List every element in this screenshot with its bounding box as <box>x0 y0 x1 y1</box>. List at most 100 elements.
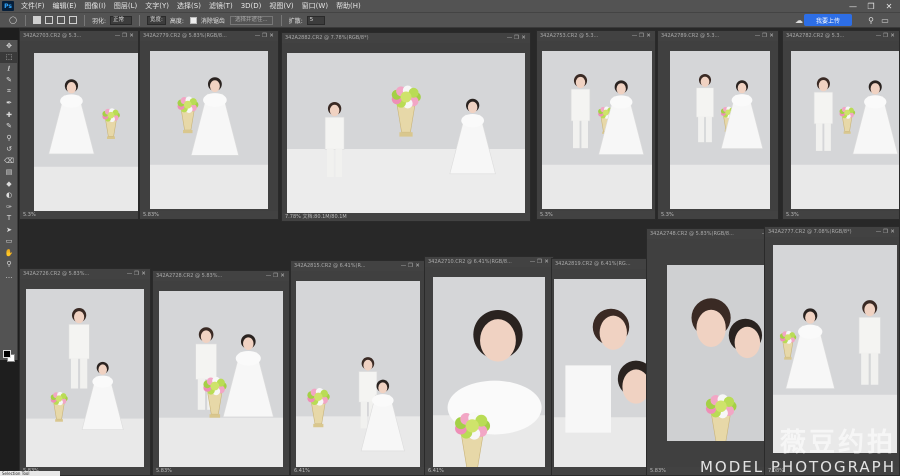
menu-help[interactable]: 帮助(H) <box>332 1 365 11</box>
document-window[interactable]: 342A2703.CR2 @ 5.3... — ❐ ✕ 5.3% <box>19 30 139 220</box>
document-window[interactable]: 342A2726.CR2 @ 5.83%...—❐✕5.83% <box>19 268 151 476</box>
crop-icon[interactable]: ⌗ <box>0 86 18 98</box>
maximize-icon[interactable]: ❐ <box>513 35 520 41</box>
document-canvas[interactable] <box>153 281 289 467</box>
close-icon[interactable]: ✕ <box>889 33 896 39</box>
document-tab[interactable]: 342A2882.CR2 @ 7.78%(RGB/8*) — ❐ ✕ <box>282 33 530 43</box>
style-dropdown[interactable]: 正常 <box>110 15 133 25</box>
document-canvas[interactable] <box>537 41 655 211</box>
brush-icon[interactable]: ✎ <box>0 121 18 133</box>
eraser-icon[interactable]: ⌫ <box>0 155 18 167</box>
type-icon[interactable]: T <box>0 213 18 225</box>
minimize-icon[interactable]: — <box>875 33 882 39</box>
close-icon[interactable]: ✕ <box>140 271 147 277</box>
minimize-button[interactable]: — <box>844 0 862 12</box>
shape-icon[interactable]: ▭ <box>0 236 18 248</box>
document-canvas[interactable] <box>783 41 899 211</box>
document-window[interactable]: 342A2782.CR2 @ 5.3... — ❐ ✕ 5.3% <box>782 30 900 220</box>
close-icon[interactable]: ✕ <box>543 259 550 265</box>
hand-icon[interactable]: ✋ <box>0 247 18 259</box>
maximize-icon[interactable]: ❐ <box>407 263 414 269</box>
minimize-icon[interactable]: — <box>265 273 272 279</box>
close-icon[interactable]: ✕ <box>768 33 775 39</box>
minimize-icon[interactable]: — <box>529 259 536 265</box>
quick-select-icon[interactable]: ✎ <box>0 75 18 87</box>
document-tab[interactable]: 342A2703.CR2 @ 5.3... — ❐ ✕ <box>20 31 138 41</box>
stamp-icon[interactable]: ⚲ <box>0 132 18 144</box>
maximize-icon[interactable]: ❐ <box>133 271 140 277</box>
width-field[interactable]: 宽度: <box>147 15 166 25</box>
menu-edit[interactable]: 编辑(E) <box>49 1 81 11</box>
document-canvas[interactable] <box>291 271 424 469</box>
document-window[interactable]: 342A2710.CR2 @ 6.41%(RGB/8... — ❐ ✕ 6.41% <box>424 256 554 476</box>
path-select-icon[interactable]: ➤ <box>0 224 18 236</box>
document-canvas[interactable] <box>425 267 553 469</box>
new-selection-icon[interactable] <box>33 16 41 24</box>
document-canvas[interactable] <box>658 41 778 211</box>
document-tab[interactable]: 342A2753.CR2 @ 5.3... — ❐ ✕ <box>537 31 655 41</box>
maximize-icon[interactable]: ❐ <box>882 229 889 235</box>
menu-layer[interactable]: 图层(L) <box>110 1 141 11</box>
history-brush-icon[interactable]: ↺ <box>0 144 18 156</box>
document-tab[interactable]: 342A2815.CR2 @ 6.41%(R... — ❐ ✕ <box>291 261 424 271</box>
document-canvas[interactable] <box>20 279 150 469</box>
more-icon[interactable]: … <box>0 270 18 282</box>
add-selection-icon[interactable] <box>45 16 53 24</box>
document-tab[interactable]: 342A2789.CR2 @ 5.3... — ❐ ✕ <box>658 31 778 41</box>
menu-window[interactable]: 窗口(W) <box>298 1 332 11</box>
menu-3d[interactable]: 3D(D) <box>237 2 266 10</box>
pen-icon[interactable]: ✑ <box>0 201 18 213</box>
document-window[interactable]: 342A2815.CR2 @ 6.41%(R... — ❐ ✕ 6.41% <box>290 260 425 476</box>
menu-filter[interactable]: 滤镜(T) <box>205 1 237 11</box>
upload-button[interactable]: 我要上传 <box>804 14 852 26</box>
maximize-icon[interactable]: ❐ <box>272 273 279 279</box>
maximize-icon[interactable]: ❐ <box>261 33 268 39</box>
move-icon[interactable]: ✥ <box>0 40 18 52</box>
document-tab[interactable]: 342A2726.CR2 @ 5.83%... — ❐ ✕ <box>20 269 150 279</box>
document-canvas[interactable] <box>20 41 138 211</box>
maximize-button[interactable]: ❐ <box>862 0 880 12</box>
menu-image[interactable]: 图像(I) <box>80 1 110 11</box>
maximize-icon[interactable]: ❐ <box>882 33 889 39</box>
close-icon[interactable]: ✕ <box>279 273 286 279</box>
close-icon[interactable]: ✕ <box>268 33 275 39</box>
minimize-icon[interactable]: — <box>254 33 261 39</box>
maximize-icon[interactable]: ❐ <box>761 33 768 39</box>
minimize-icon[interactable]: — <box>506 35 513 41</box>
menu-type[interactable]: 文字(Y) <box>141 1 173 11</box>
cloud-icon[interactable]: ☁ <box>794 15 804 25</box>
maximize-icon[interactable]: ❐ <box>638 33 645 39</box>
marquee-icon[interactable]: ⬚ <box>0 51 18 63</box>
document-tab[interactable]: 342A2782.CR2 @ 5.3... — ❐ ✕ <box>783 31 899 41</box>
marquee-preset-icon[interactable]: ◯ <box>6 16 20 24</box>
document-canvas[interactable] <box>140 41 278 211</box>
minimize-icon[interactable]: — <box>126 271 133 277</box>
select-and-mask-button[interactable]: 选择并遮住... <box>229 15 273 25</box>
menu-file[interactable]: 文件(F) <box>17 1 49 11</box>
close-icon[interactable]: ✕ <box>128 33 135 39</box>
dodge-icon[interactable]: ◐ <box>0 190 18 202</box>
antialias-checkbox[interactable] <box>189 16 197 24</box>
sample-field[interactable]: 5 <box>306 15 325 25</box>
close-icon[interactable]: ✕ <box>889 229 896 235</box>
document-canvas[interactable] <box>282 43 530 213</box>
minimize-icon[interactable]: — <box>400 263 407 269</box>
intersect-selection-icon[interactable] <box>69 16 77 24</box>
minimize-icon[interactable]: — <box>114 33 121 39</box>
search-icon[interactable]: ⚲ <box>866 15 876 25</box>
lasso-icon[interactable]: ℓ <box>0 63 18 75</box>
eyedropper-icon[interactable]: ✒ <box>0 98 18 110</box>
document-tab[interactable]: 342A2710.CR2 @ 6.41%(RGB/8... — ❐ ✕ <box>425 257 553 267</box>
gradient-icon[interactable]: ▤ <box>0 167 18 179</box>
document-window[interactable]: 342A2728.CR2 @ 5.83%... — ❐ ✕ 5.83% <box>152 270 290 476</box>
document-window[interactable]: 342A2753.CR2 @ 5.3... — ❐ ✕ 5.3% <box>536 30 656 220</box>
document-window[interactable]: 342A2789.CR2 @ 5.3... — ❐ ✕ 5.3% <box>657 30 779 220</box>
document-tab[interactable]: 342A2728.CR2 @ 5.83%... — ❐ ✕ <box>153 271 289 281</box>
blur-icon[interactable]: ◆ <box>0 178 18 190</box>
minimize-icon[interactable]: — <box>754 33 761 39</box>
maximize-icon[interactable]: ❐ <box>536 259 543 265</box>
document-tab[interactable]: 342A2777.CR2 @ 7.08%(RGB/8*) — ❐ ✕ <box>765 227 899 237</box>
document-tab[interactable]: 342A2779.CR2 @ 5.83%(RGB/8... — ❐ ✕ <box>140 31 278 41</box>
healing-icon[interactable]: ✚ <box>0 109 18 121</box>
minimize-icon[interactable]: — <box>631 33 638 39</box>
